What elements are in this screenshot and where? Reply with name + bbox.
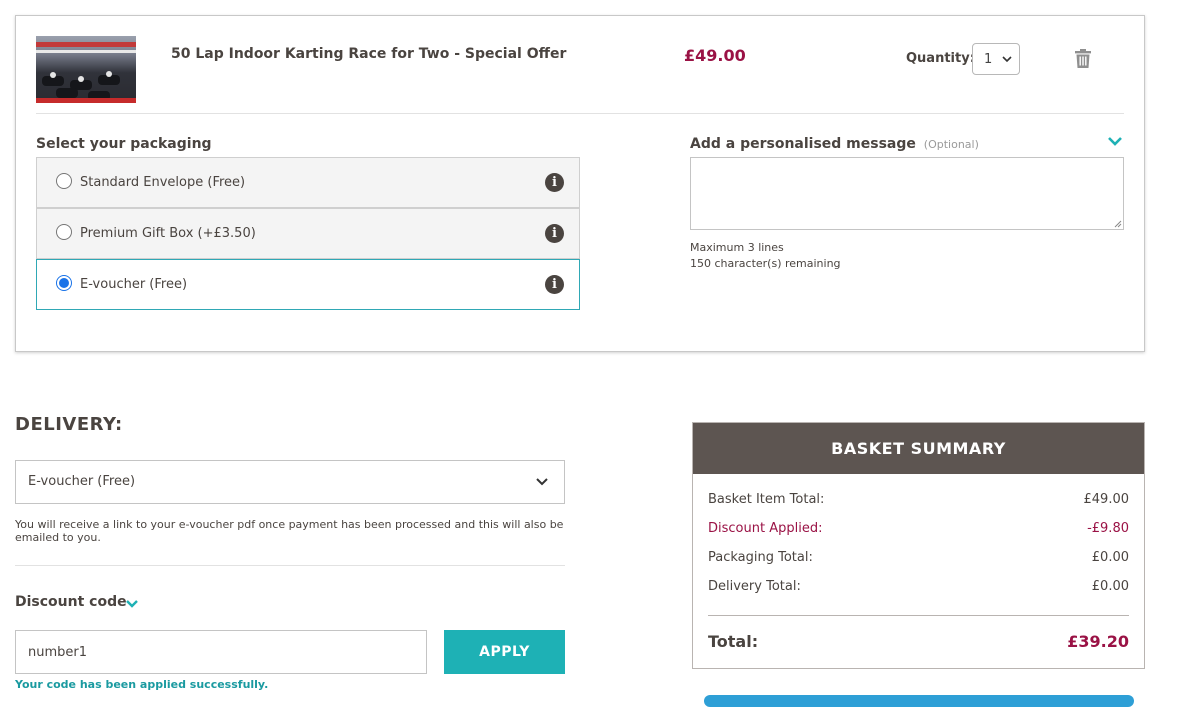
packaging-label: Select your packaging bbox=[36, 136, 212, 152]
summary-row-label: Basket Item Total: bbox=[708, 492, 825, 507]
summary-row-label: Delivery Total: bbox=[708, 579, 801, 594]
summary-row-amount: £0.00 bbox=[1091, 550, 1129, 565]
basket-summary-title: BASKET SUMMARY bbox=[693, 423, 1144, 474]
packaging-option-label: Premium Gift Box (+£3.50) bbox=[80, 226, 256, 241]
max-lines-note: Maximum 3 lines bbox=[690, 241, 784, 254]
info-icon[interactable]: i bbox=[545, 173, 564, 192]
divider bbox=[15, 565, 565, 566]
chevron-down-icon[interactable] bbox=[125, 598, 139, 610]
characters-remaining: 150 character(s) remaining bbox=[690, 257, 841, 270]
discount-code-input[interactable]: number1 bbox=[15, 630, 427, 674]
chevron-down-icon bbox=[536, 478, 548, 486]
summary-row-amount: -£9.80 bbox=[1087, 521, 1129, 536]
packaging-option-label: E-voucher (Free) bbox=[80, 277, 188, 292]
radio-button-selected[interactable] bbox=[56, 275, 72, 291]
product-title[interactable]: 50 Lap Indoor Karting Race for Two - Spe… bbox=[171, 46, 566, 62]
discount-code-value: number1 bbox=[28, 645, 88, 660]
summary-row-packaging: Packaging Total: £0.00 bbox=[708, 550, 1129, 565]
radio-button[interactable] bbox=[56, 173, 72, 189]
summary-row-amount: £49.00 bbox=[1083, 492, 1130, 507]
resize-grip-icon[interactable] bbox=[1114, 220, 1122, 228]
summary-total: Total: £39.20 bbox=[708, 632, 1129, 651]
chevron-down-icon[interactable] bbox=[1106, 134, 1124, 148]
basket-summary: BASKET SUMMARY Basket Item Total: £49.00… bbox=[692, 422, 1145, 669]
delivery-note: You will receive a link to your e-vouche… bbox=[15, 518, 564, 544]
packaging-option-standard-envelope[interactable]: Standard Envelope (Free) i bbox=[36, 157, 580, 208]
discount-success-message: Your code has been applied successfully. bbox=[15, 678, 269, 691]
packaging-option-label: Standard Envelope (Free) bbox=[80, 175, 246, 190]
summary-row-discount: Discount Applied: -£9.80 bbox=[708, 521, 1129, 536]
trash-icon[interactable] bbox=[1074, 49, 1092, 69]
checkout-button[interactable] bbox=[704, 695, 1134, 707]
chevron-down-icon bbox=[1002, 56, 1012, 63]
discount-code-label[interactable]: Discount code bbox=[15, 594, 127, 610]
product-thumbnail[interactable] bbox=[36, 36, 136, 103]
info-icon[interactable]: i bbox=[545, 275, 564, 294]
summary-divider bbox=[708, 615, 1129, 616]
summary-total-amount: £39.20 bbox=[1067, 632, 1129, 651]
basket-item-card: 50 Lap Indoor Karting Race for Two - Spe… bbox=[15, 15, 1145, 352]
personal-message-textarea[interactable] bbox=[690, 157, 1124, 230]
message-hint: Maximum 3 lines 150 character(s) remaini… bbox=[690, 240, 841, 272]
summary-row-label: Discount Applied: bbox=[708, 521, 823, 536]
product-price: £49.00 bbox=[684, 46, 746, 65]
summary-row-item-total: Basket Item Total: £49.00 bbox=[708, 492, 1129, 507]
optional-tag: (Optional) bbox=[923, 138, 979, 151]
delivery-select[interactable]: E-voucher (Free) bbox=[15, 460, 565, 504]
summary-total-label: Total: bbox=[708, 632, 759, 651]
quantity-label: Quantity: bbox=[906, 51, 975, 66]
summary-row-label: Packaging Total: bbox=[708, 550, 813, 565]
summary-row-amount: £0.00 bbox=[1091, 579, 1129, 594]
quantity-select[interactable]: 1 bbox=[972, 43, 1020, 75]
packaging-option-premium-gift-box[interactable]: Premium Gift Box (+£3.50) i bbox=[36, 208, 580, 259]
packaging-option-e-voucher[interactable]: E-voucher (Free) i bbox=[36, 259, 580, 310]
quantity-value: 1 bbox=[984, 52, 993, 67]
card-divider bbox=[36, 113, 1124, 114]
summary-row-delivery: Delivery Total: £0.00 bbox=[708, 579, 1129, 594]
delivery-heading: DELIVERY: bbox=[15, 414, 123, 435]
radio-button[interactable] bbox=[56, 224, 72, 240]
personal-message-label[interactable]: Add a personalised message (Optional) bbox=[690, 136, 979, 152]
apply-button[interactable]: APPLY bbox=[444, 630, 565, 674]
personal-message-title: Add a personalised message bbox=[690, 136, 916, 152]
info-icon[interactable]: i bbox=[545, 224, 564, 243]
delivery-selected-value: E-voucher (Free) bbox=[28, 474, 136, 489]
